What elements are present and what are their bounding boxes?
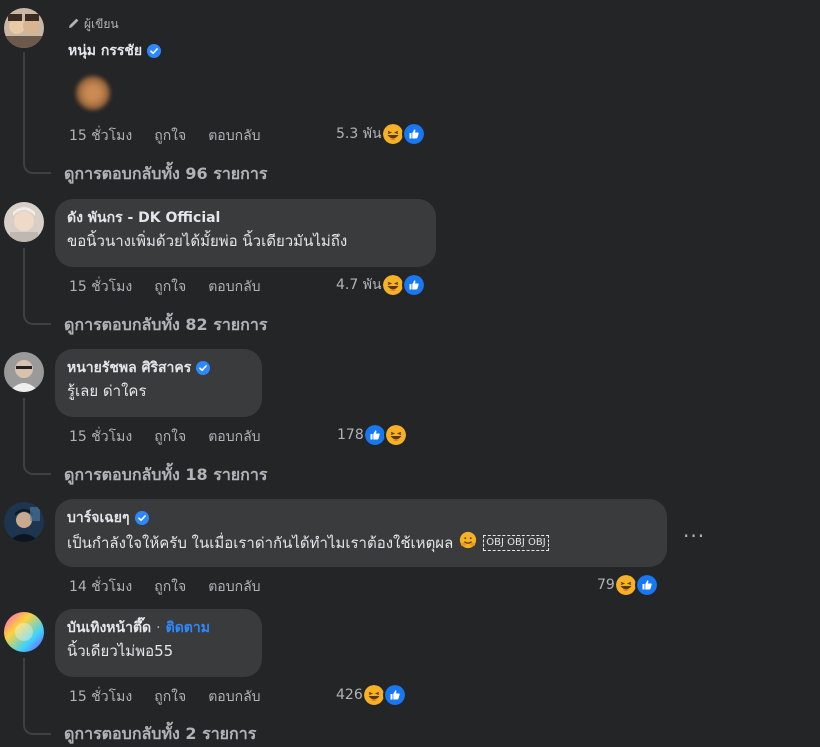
comment-bubble: ดัง พันกร - DK Official ขอนิ้วนางเพิ่มด้… (55, 199, 436, 267)
reply-button[interactable]: ตอบกลับ (208, 125, 260, 147)
more-options-button[interactable]: ··· (683, 524, 705, 548)
comment-actions: 15 ชั่วโมง ถูกใจ ตอบกลับ (69, 276, 261, 298)
like-icon (634, 573, 659, 597)
haha-icon (380, 122, 405, 146)
reaction-summary[interactable]: 79 (597, 573, 659, 597)
pencil-icon (68, 17, 80, 32)
reaction-summary[interactable]: 5.3 พัน (336, 122, 426, 146)
like-icon (401, 122, 426, 146)
verified-icon (147, 44, 161, 58)
reaction-count: 426 (336, 687, 363, 703)
author-name[interactable]: บาร์จเฉยๆ (67, 507, 130, 529)
comment-actions: 15 ชั่วโมง ถูกใจ ตอบกลับ (69, 686, 261, 708)
author-badge: ผู้เขียน (68, 15, 119, 34)
reaction-count: 5.3 พัน (336, 126, 382, 142)
reaction-summary[interactable]: 4.7 พัน (336, 273, 426, 297)
timestamp[interactable]: 15 ชั่วโมง (69, 686, 132, 708)
reaction-count: 4.7 พัน (336, 277, 382, 293)
avatar[interactable] (4, 8, 44, 48)
like-button[interactable]: ถูกใจ (154, 125, 186, 147)
comment-text-body: เป็นกำลังใจให้ครับ ในเมื่อเราด่ากันได้ทำ… (67, 533, 454, 552)
thread-line (23, 52, 25, 160)
haha-icon (380, 273, 405, 297)
reaction-summary[interactable]: 178 (337, 423, 408, 447)
timestamp[interactable]: 15 ชั่วโมง (69, 426, 132, 448)
comment-author: ดัง พันกร - DK Official (67, 207, 424, 229)
reply-connector (23, 309, 51, 325)
comment-text: เป็นกำลังใจให้ครับ ในเมื่อเราด่ากันได้ทำ… (67, 531, 655, 554)
author-name[interactable]: ดัง พันกร - DK Official (67, 207, 220, 229)
like-icon (382, 683, 407, 707)
reply-button[interactable]: ตอบกลับ (208, 276, 260, 298)
comment-text: นิ้วเดียวไม่พอ55 (67, 642, 174, 660)
comment-bubble: บันเทิงหน้าตึ๊ด · ติดตาม นิ้วเดียวไม่พอ5… (55, 609, 262, 677)
sticker-image[interactable] (76, 76, 110, 110)
thread-line (23, 398, 25, 460)
thread-line (23, 248, 25, 310)
verified-icon (196, 361, 210, 375)
author-badge-label: ผู้เขียน (84, 17, 119, 31)
reaction-count: 79 (597, 577, 615, 593)
like-button[interactable]: ถูกใจ (154, 426, 186, 448)
comment-text: รู้เลย ด่าใคร (67, 382, 147, 400)
comment-actions: 15 ชั่วโมง ถูกใจ ตอบกลับ (69, 426, 261, 448)
like-icon (401, 273, 426, 297)
view-replies-link[interactable]: ดูการตอบกลับทั้ง 96 รายการ (64, 162, 267, 187)
comment-bubble: บาร์จเฉยๆ เป็นกำลังใจให้ครับ ในเมื่อเราด… (55, 499, 667, 567)
reaction-summary[interactable]: 426 (336, 683, 407, 707)
emoji-placeholder: OBJ OBJ OBJ (483, 534, 549, 551)
follow-button[interactable]: ติดตาม (166, 617, 210, 639)
comment-actions: 14 ชั่วโมง ถูกใจ ตอบกลับ (69, 576, 261, 598)
verified-icon (135, 511, 149, 525)
view-replies-link[interactable]: ดูการตอบกลับทั้ง 82 รายการ (64, 313, 267, 338)
timestamp[interactable]: 15 ชั่วโมง (69, 276, 132, 298)
reply-connector (23, 459, 51, 475)
avatar[interactable] (4, 202, 44, 242)
comment-author: บาร์จเฉยๆ (67, 507, 655, 529)
author-name[interactable]: หนุ่ม กรรชัย (68, 40, 142, 62)
haha-icon (383, 423, 408, 447)
separator-dot: · (156, 620, 161, 636)
reply-button[interactable]: ตอบกลับ (208, 576, 260, 598)
thread-line (23, 658, 25, 720)
timestamp[interactable]: 15 ชั่วโมง (69, 125, 132, 147)
reply-button[interactable]: ตอบกลับ (208, 686, 260, 708)
like-button[interactable]: ถูกใจ (154, 576, 186, 598)
author-name[interactable]: บันเทิงหน้าตึ๊ด (67, 617, 151, 639)
reaction-count: 178 (337, 427, 364, 443)
comment-bubble: หนายรัชพล ศิริสาคร รู้เลย ด่าใคร (55, 349, 262, 417)
author-name[interactable]: หนายรัชพล ศิริสาคร (67, 357, 191, 379)
comment-author: บันเทิงหน้าตึ๊ด · ติดตาม (67, 617, 250, 639)
reply-button[interactable]: ตอบกลับ (208, 426, 260, 448)
like-button[interactable]: ถูกใจ (154, 686, 186, 708)
comment-author: หนุ่ม กรรชัย (68, 40, 161, 62)
comment-text: ขอนิ้วนางเพิ่มด้วยได้มั้ยพ่อ นิ้วเดียวมั… (67, 232, 348, 250)
avatar[interactable] (4, 352, 44, 392)
view-replies-link[interactable]: ดูการตอบกลับทั้ง 2 รายการ (64, 722, 256, 747)
comment-actions: 15 ชั่วโมง ถูกใจ ตอบกลับ (69, 125, 261, 147)
reply-connector (23, 719, 51, 735)
like-button[interactable]: ถูกใจ (154, 276, 186, 298)
timestamp[interactable]: 14 ชั่วโมง (69, 576, 132, 598)
reply-connector (23, 158, 51, 174)
avatar[interactable] (4, 612, 44, 652)
avatar[interactable] (4, 502, 44, 542)
view-replies-link[interactable]: ดูการตอบกลับทั้ง 18 รายการ (64, 463, 267, 488)
comment-author: หนายรัชพล ศิริสาคร (67, 357, 250, 379)
hug-emoji-icon (459, 531, 477, 554)
